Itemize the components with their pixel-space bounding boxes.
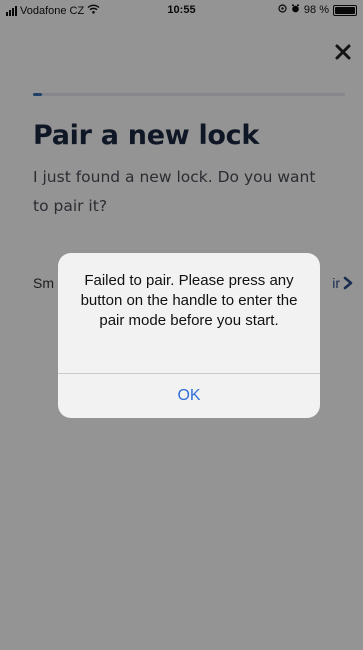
ok-button[interactable]: OK <box>58 374 320 418</box>
alert-message: Failed to pair. Please press any button … <box>80 272 298 329</box>
screen: Vodafone CZ 10:55 98 % Pair a new lock I… <box>0 0 363 650</box>
alert-dialog: Failed to pair. Please press any button … <box>58 253 320 418</box>
